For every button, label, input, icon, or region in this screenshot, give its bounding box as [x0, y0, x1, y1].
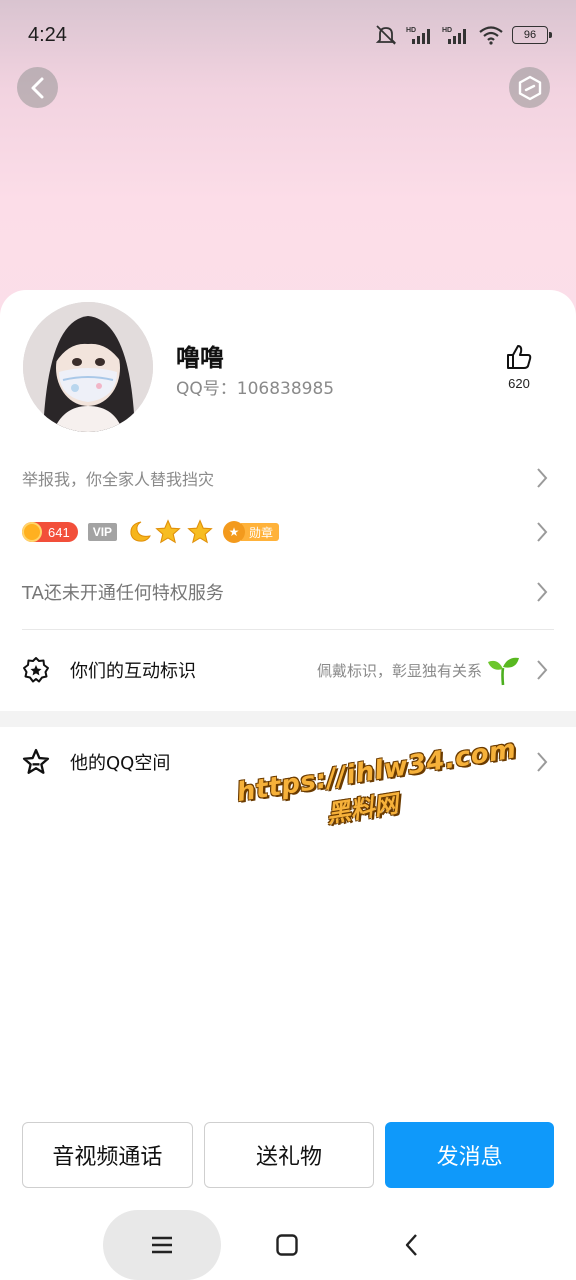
chevron-right-icon [537, 522, 548, 542]
settings-hexagon-icon [518, 75, 541, 100]
send-message-button[interactable]: 发消息 [385, 1122, 555, 1188]
chevron-right-icon [537, 660, 548, 680]
section-separator [0, 711, 576, 727]
back-button[interactable] [17, 67, 58, 108]
menu-icon [152, 1236, 172, 1254]
chevron-right-icon [537, 468, 548, 488]
signature-text: 举报我，你全家人替我挡灾 [22, 470, 215, 489]
nickname: 噜噜 [176, 344, 224, 372]
divider [22, 629, 554, 630]
chevron-right-icon [537, 752, 548, 772]
star-icon [155, 519, 181, 544]
privilege-text: TA还未开通任何特权服务 [22, 583, 224, 604]
settings-button[interactable] [509, 67, 550, 108]
status-time: 4:24 [28, 23, 67, 46]
interaction-badge-icon [23, 657, 49, 683]
moon-icon [130, 521, 151, 542]
home-square-icon [276, 1234, 298, 1256]
hd-signal-icon: HD [406, 27, 430, 44]
sprout-icon [488, 657, 519, 686]
action-bar: 音视频通话 送礼物 发消息 [22, 1122, 555, 1188]
thumbs-up-icon [507, 345, 532, 369]
svg-text:HD: HD [442, 27, 452, 34]
medal-icon: ★ [223, 521, 246, 543]
send-gift-button[interactable]: 送礼物 [203, 1122, 375, 1188]
interaction-mark-label: 你们的互动标识 [70, 661, 196, 682]
signature-row[interactable]: 举报我，你全家人替我挡灾 [22, 458, 554, 498]
coin-icon [22, 522, 42, 542]
star-outline-icon [22, 748, 50, 774]
avatar[interactable] [23, 302, 153, 432]
badges-row[interactable]: 641 VIP ★ 勋章 [22, 514, 554, 550]
battery-icon: 96 [512, 26, 552, 44]
nav-menu-button[interactable] [103, 1210, 221, 1280]
hd-signal-icon: HD [442, 27, 466, 44]
star-icon [187, 519, 213, 544]
vip-badge: VIP [87, 523, 118, 541]
medal-label: 勋章 [241, 523, 280, 541]
nav-home-button[interactable] [257, 1210, 317, 1280]
svg-text:HD: HD [406, 27, 416, 34]
nav-back-button[interactable] [382, 1210, 442, 1280]
system-nav-bar [0, 1210, 576, 1280]
video-call-button[interactable]: 音视频通话 [22, 1122, 193, 1188]
interaction-mark-hint: 佩戴标识，彰显独有关系 [316, 661, 482, 680]
status-icons: HD HD 96 [374, 24, 552, 46]
medal-badge: ★ 勋章 [223, 521, 280, 543]
chevron-right-icon [537, 582, 548, 602]
privilege-row[interactable]: TA还未开通任何特权服务 [22, 572, 554, 612]
status-bar: 4:24 HD HD 96 [0, 0, 576, 70]
nav-back-icon [405, 1234, 417, 1256]
qq-number: QQ号：106838985 [176, 379, 335, 399]
like-count: 620 [508, 376, 530, 391]
qzone-label: 他的QQ空间 [70, 753, 171, 774]
coin-value: 641 [48, 524, 70, 540]
mute-bell-icon [375, 25, 397, 45]
avatar-image [23, 302, 153, 432]
coin-badge: 641 [22, 522, 78, 542]
interaction-mark-row[interactable]: 你们的互动标识 佩戴标识，彰显独有关系 [22, 648, 554, 692]
like-button[interactable]: 620 [500, 344, 538, 391]
wifi-icon [479, 26, 503, 45]
back-arrow-icon [31, 77, 43, 98]
